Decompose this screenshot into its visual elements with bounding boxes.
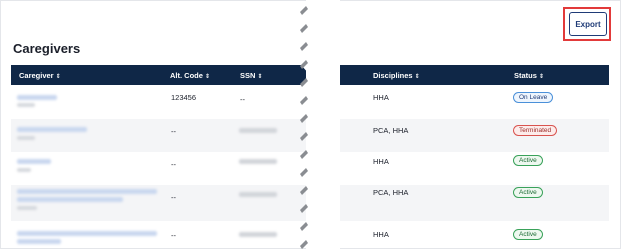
table-header-right: Disciplines ⇕ Status ⇕ (340, 65, 609, 85)
status-badge: Terminated (513, 125, 558, 136)
column-header-caregiver[interactable]: Caregiver ⇕ (19, 71, 61, 80)
caregiver-name-link[interactable] (17, 231, 157, 236)
caregiver-name-link-continued[interactable] (17, 239, 61, 244)
caregiver-code-redacted (17, 168, 31, 172)
caregiver-code-redacted (17, 136, 35, 140)
page-title: Caregivers (13, 41, 81, 56)
column-header-alt-code-label: Alt. Code (170, 71, 203, 80)
alt-code: -- (171, 127, 176, 136)
caregiver-name-link-continued[interactable] (17, 197, 123, 202)
column-header-caregiver-label: Caregiver (19, 71, 54, 80)
column-header-status-label: Status (514, 71, 537, 80)
disciplines: PCA, HHA (373, 188, 409, 197)
torn-edge-icon (300, 6, 308, 249)
column-header-alt-code[interactable]: Alt. Code ⇕ (170, 71, 210, 80)
ssn-redacted (239, 159, 277, 164)
ssn-redacted (239, 192, 277, 197)
alt-code: -- (171, 160, 176, 169)
status-badge: Active (513, 229, 543, 240)
disciplines: HHA (373, 93, 389, 102)
alt-code: 123456 (171, 93, 197, 102)
disciplines: PCA, HHA (373, 126, 409, 135)
column-header-disciplines[interactable]: Disciplines ⇕ (373, 71, 420, 80)
caregiver-name-link[interactable] (17, 127, 87, 132)
ssn-redacted (239, 232, 277, 237)
column-header-ssn-label: SSN (240, 71, 256, 80)
sort-icon: ⇕ (538, 74, 544, 80)
disciplines: HHA (373, 157, 389, 166)
alt-code: -- (171, 231, 176, 240)
sort-icon: ⇕ (204, 74, 210, 80)
caregiver-name-link[interactable] (17, 95, 57, 100)
sort-icon: ⇕ (414, 74, 420, 80)
caregiver-name-link[interactable] (17, 159, 51, 164)
sort-icon: ⇕ (55, 74, 61, 80)
status-badge: On Leave (513, 92, 554, 103)
export-button[interactable]: Export (569, 12, 607, 36)
ssn: -- (240, 95, 245, 104)
column-header-ssn[interactable]: SSN ⇕ (240, 71, 262, 80)
caregiver-code-redacted (17, 103, 35, 107)
alt-code: -- (171, 193, 176, 202)
caregiver-code-redacted (17, 206, 37, 210)
ssn-redacted (239, 128, 277, 133)
column-header-disciplines-label: Disciplines (373, 71, 413, 80)
column-header-status[interactable]: Status ⇕ (514, 71, 544, 80)
caregiver-name-link[interactable] (17, 189, 157, 194)
disciplines: HHA (373, 230, 389, 239)
table-header-left: Caregiver ⇕ Alt. Code ⇕ SSN ⇕ (11, 65, 301, 85)
sort-icon: ⇕ (257, 74, 263, 80)
status-badge: Active (513, 187, 543, 198)
status-badge: Active (513, 155, 543, 166)
